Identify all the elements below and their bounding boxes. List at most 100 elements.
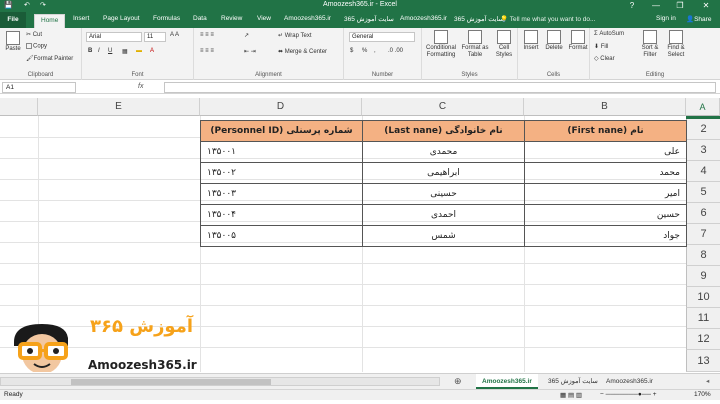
tab-view[interactable]: View <box>257 15 271 22</box>
selected-cell-a1[interactable] <box>686 116 720 119</box>
view-icons[interactable]: ▦ ▤ ▥ <box>560 391 582 399</box>
tab-formulas[interactable]: Formulas <box>153 15 180 22</box>
cell-first-name[interactable]: حسین <box>524 204 687 226</box>
cell-first-name[interactable]: جواد <box>524 225 687 247</box>
fx-icon[interactable]: fx <box>138 83 143 90</box>
cell-personnel-id[interactable]: ۱۳۵۰۰۴ <box>200 204 363 226</box>
cell-last-name[interactable]: احمدی <box>362 204 525 226</box>
scroll-thumb[interactable] <box>71 379 271 385</box>
column-header-e[interactable]: E <box>38 98 200 116</box>
cut-button[interactable]: ✂ Cut <box>26 31 42 38</box>
paste-button[interactable]: Paste <box>3 31 23 53</box>
row-header-6[interactable]: 6 <box>686 203 720 224</box>
sort-filter-button[interactable]: Sort & Filter <box>638 30 662 59</box>
delete-cells-button[interactable]: Delete <box>542 30 566 52</box>
cell-styles-button[interactable]: Cell Styles <box>492 30 516 59</box>
cell-first-name[interactable]: علی <box>524 141 687 163</box>
tab-amoozesh-2[interactable]: Amoozesh365.ir <box>400 15 447 22</box>
conditional-formatting-button[interactable]: Conditional Formatting <box>424 30 458 59</box>
zoom-level[interactable]: 170% <box>694 391 711 398</box>
cell-first-name[interactable]: امیر <box>524 183 687 205</box>
cell-personnel-id[interactable]: ۱۳۵۰۰۳ <box>200 183 363 205</box>
restore-button[interactable]: ❐ <box>668 0 692 12</box>
orientation-icon[interactable]: ↗ <box>244 32 249 39</box>
find-select-button[interactable]: Find & Select <box>664 30 688 59</box>
column-header-b[interactable]: B <box>524 98 686 116</box>
row-header-8[interactable]: 8 <box>686 245 720 266</box>
currency-button[interactable]: $ <box>350 48 353 54</box>
tab-amoozesh-1[interactable]: Amoozesh365.ir <box>284 15 331 22</box>
column-header-a[interactable]: A <box>686 98 720 116</box>
help-icon[interactable]: ? <box>620 0 644 12</box>
cell-personnel-id[interactable]: ۱۳۵۰۰۲ <box>200 162 363 184</box>
tell-me-search[interactable]: 💡 Tell me what you want to do... <box>500 15 595 23</box>
header-first-name[interactable]: نام (First nane) <box>524 120 687 142</box>
tab-review[interactable]: Review <box>221 15 242 22</box>
row-header-13[interactable]: 13 <box>686 350 720 372</box>
formula-input[interactable] <box>164 82 716 93</box>
sheet-tab-site[interactable]: سایت آموزش 365 <box>542 374 604 389</box>
cell-last-name[interactable]: حسینی <box>362 183 525 205</box>
percent-button[interactable]: % <box>362 48 367 54</box>
close-button[interactable]: ✕ <box>694 0 718 12</box>
copy-button[interactable]: Copy <box>26 43 47 50</box>
indent-icon[interactable]: ⇤ ⇥ <box>244 48 256 55</box>
clear-button[interactable]: ◇ Clear <box>594 55 615 62</box>
format-painter-button[interactable]: 🖌Format Painter <box>26 55 73 62</box>
tab-site-1[interactable]: سایت آموزش 365 <box>344 15 394 23</box>
font-color-icon[interactable]: A <box>150 48 154 54</box>
tab-file[interactable]: File <box>0 12 26 28</box>
add-sheet-icon[interactable]: ⊕ <box>448 374 468 389</box>
sheet-tab-active[interactable]: Amoozesh365.ir <box>476 374 538 389</box>
font-size-select[interactable]: 11 <box>144 32 166 42</box>
cell-last-name[interactable]: ابراهیمی <box>362 162 525 184</box>
decimal-icon[interactable]: .0 .00 <box>388 48 403 54</box>
italic-button[interactable]: I <box>98 48 100 54</box>
number-format-select[interactable]: General <box>349 32 415 42</box>
share-button[interactable]: 👤Share <box>686 15 711 23</box>
header-personnel-id[interactable]: شماره پرسنلی (Personnel ID) <box>200 120 363 142</box>
bold-button[interactable]: B <box>88 48 92 54</box>
sign-in-link[interactable]: Sign in <box>656 15 676 22</box>
tab-data[interactable]: Data <box>193 15 207 22</box>
cell-personnel-id[interactable]: ۱۳۵۰۰۱ <box>200 141 363 163</box>
tab-insert[interactable]: Insert <box>73 15 89 22</box>
format-table-button[interactable]: Format as Table <box>460 30 490 59</box>
grow-font-icon[interactable]: A A <box>170 32 179 38</box>
underline-button[interactable]: U <box>108 48 112 54</box>
sheet-tab-amoozesh[interactable]: Amoozesh365.ir <box>600 374 659 389</box>
row-header-12[interactable]: 12 <box>686 329 720 350</box>
cell-first-name[interactable]: محمد <box>524 162 687 184</box>
fill-button[interactable]: ⬇ Fill <box>594 43 608 50</box>
wrap-text-button[interactable]: ↵ Wrap Text <box>278 32 312 39</box>
zoom-slider[interactable]: − ───────●── + <box>600 391 657 398</box>
align-left-icon[interactable]: ≡ ≡ ≡ <box>200 48 214 54</box>
row-header-2[interactable]: 2 <box>686 119 720 140</box>
cell-last-name[interactable]: محمدی <box>362 141 525 163</box>
merge-center-button[interactable]: ⬌ Merge & Center <box>278 48 327 55</box>
font-name-select[interactable]: Arial <box>86 32 142 42</box>
autosum-button[interactable]: Σ AutoSum <box>594 31 624 37</box>
row-header-9[interactable]: 9 <box>686 266 720 287</box>
row-header-3[interactable]: 3 <box>686 140 720 161</box>
tab-site-2[interactable]: سایت آموزش 365 <box>454 15 504 23</box>
format-cells-button[interactable]: Format <box>566 30 590 52</box>
row-header-5[interactable]: 5 <box>686 182 720 203</box>
tab-page-layout[interactable]: Page Layout <box>103 15 140 22</box>
name-box[interactable]: A1 <box>2 82 76 93</box>
row-header-4[interactable]: 4 <box>686 161 720 182</box>
row-header-7[interactable]: 7 <box>686 224 720 245</box>
cell-personnel-id[interactable]: ۱۳۵۰۰۵ <box>200 225 363 247</box>
tab-home[interactable]: Home <box>34 14 66 28</box>
sheet-scroll-icon[interactable]: ◂ ▸ <box>700 374 720 400</box>
column-header-d[interactable]: D <box>200 98 362 116</box>
header-last-name[interactable]: نام خانوادگی (Last nane) <box>362 120 525 142</box>
align-top-icon[interactable]: ≡ ≡ ≡ <box>200 32 214 38</box>
row-header-10[interactable]: 10 <box>686 287 720 308</box>
horizontal-scrollbar[interactable] <box>0 377 440 386</box>
row-header-11[interactable]: 11 <box>686 308 720 329</box>
fill-color-icon[interactable]: ▬ <box>136 48 142 54</box>
minimize-button[interactable]: — <box>644 0 668 12</box>
cell-last-name[interactable]: شمس <box>362 225 525 247</box>
comma-button[interactable]: , <box>374 48 376 54</box>
